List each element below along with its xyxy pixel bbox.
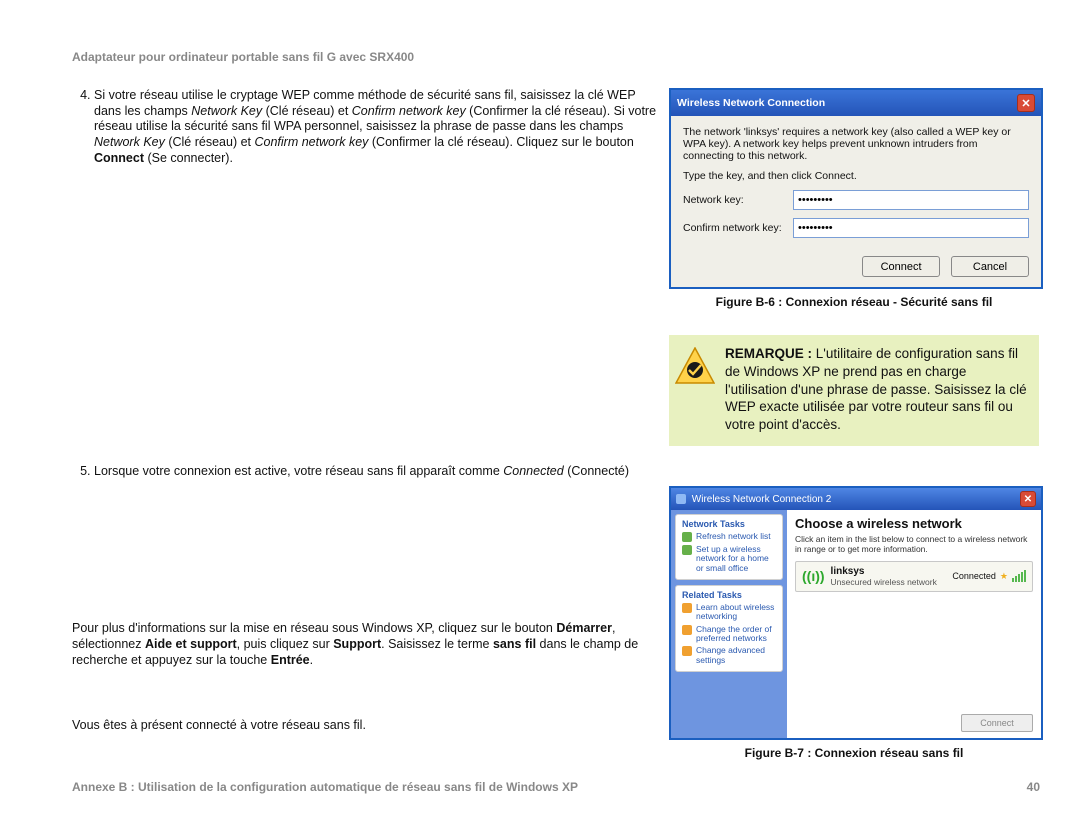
signal-bars-icon bbox=[1012, 570, 1026, 582]
close-icon[interactable]: ✕ bbox=[1017, 94, 1035, 112]
network-list-item[interactable]: ((ı)) linksys Unsecured wireless network… bbox=[795, 561, 1033, 592]
closing-paragraph: Vous êtes à présent connecté à votre rés… bbox=[72, 717, 657, 733]
wireless-connection-window: Wireless Network Connection 2 ✕ Network … bbox=[669, 486, 1043, 740]
close-icon[interactable]: ✕ bbox=[1020, 491, 1036, 507]
warning-icon bbox=[675, 347, 715, 385]
refresh-icon bbox=[682, 532, 692, 542]
network-key-label: Network key: bbox=[683, 194, 793, 206]
choose-network-sub: Click an item in the list below to conne… bbox=[795, 535, 1033, 555]
window-icon bbox=[676, 494, 686, 504]
remark-lead: REMARQUE : bbox=[725, 346, 812, 361]
step-5: Lorsque votre connexion est active, votr… bbox=[94, 464, 657, 480]
network-status: Connected bbox=[952, 571, 996, 581]
wireless-security-dialog: Wireless Network Connection ✕ The networ… bbox=[669, 88, 1043, 289]
order-icon bbox=[682, 625, 692, 635]
sidebar-item-advanced[interactable]: Change advanced settings bbox=[682, 646, 776, 665]
sidebar-item-order[interactable]: Change the order of preferred networks bbox=[682, 625, 776, 644]
setup-icon bbox=[682, 545, 692, 555]
doc-header: Adaptateur pour ordinateur portable sans… bbox=[72, 50, 1040, 64]
choose-network-heading: Choose a wireless network bbox=[795, 516, 1033, 531]
info-paragraph: Pour plus d'informations sur la mise en … bbox=[72, 620, 657, 669]
learn-icon bbox=[682, 603, 692, 613]
dialog-title: Wireless Network Connection bbox=[677, 97, 825, 109]
sidebar-item-refresh[interactable]: Refresh network list bbox=[682, 532, 776, 542]
network-name: linksys bbox=[831, 566, 947, 577]
cancel-button[interactable]: Cancel bbox=[951, 256, 1029, 277]
signal-icon: ((ı)) bbox=[802, 568, 825, 584]
figure-b6-caption: Figure B-6 : Connexion réseau - Sécurité… bbox=[669, 295, 1039, 309]
sidebar-item-setup[interactable]: Set up a wireless network for a home or … bbox=[682, 545, 776, 573]
sidebar-heading-related-tasks: Related Tasks bbox=[682, 590, 776, 600]
confirm-key-label: Confirm network key: bbox=[683, 222, 793, 234]
connect-button[interactable]: Connect bbox=[862, 256, 940, 277]
connect-button-disabled: Connect bbox=[961, 714, 1033, 732]
sidebar-item-learn[interactable]: Learn about wireless networking bbox=[682, 603, 776, 622]
window-title: Wireless Network Connection 2 bbox=[676, 494, 831, 505]
step-4: Si votre réseau utilise le cryptage WEP … bbox=[94, 88, 657, 166]
sidebar-heading-network-tasks: Network Tasks bbox=[682, 519, 776, 529]
figure-b7-caption: Figure B-7 : Connexion réseau sans fil bbox=[669, 746, 1039, 760]
dialog-instruction: Type the key, and then click Connect. bbox=[683, 170, 1029, 182]
remark-box: REMARQUE : L'utilitaire de configuration… bbox=[669, 335, 1039, 446]
dialog-desc: The network 'linksys' requires a network… bbox=[683, 126, 1029, 162]
network-key-input[interactable] bbox=[793, 190, 1029, 210]
page-number: 40 bbox=[1027, 780, 1040, 794]
sidebar: Network Tasks Refresh network list Set u… bbox=[671, 510, 787, 738]
confirm-key-input[interactable] bbox=[793, 218, 1029, 238]
advanced-icon bbox=[682, 646, 692, 656]
star-icon: ★ bbox=[1000, 571, 1008, 582]
network-security: Unsecured wireless network bbox=[831, 577, 947, 587]
footer-left: Annexe B : Utilisation de la configurati… bbox=[72, 780, 578, 794]
